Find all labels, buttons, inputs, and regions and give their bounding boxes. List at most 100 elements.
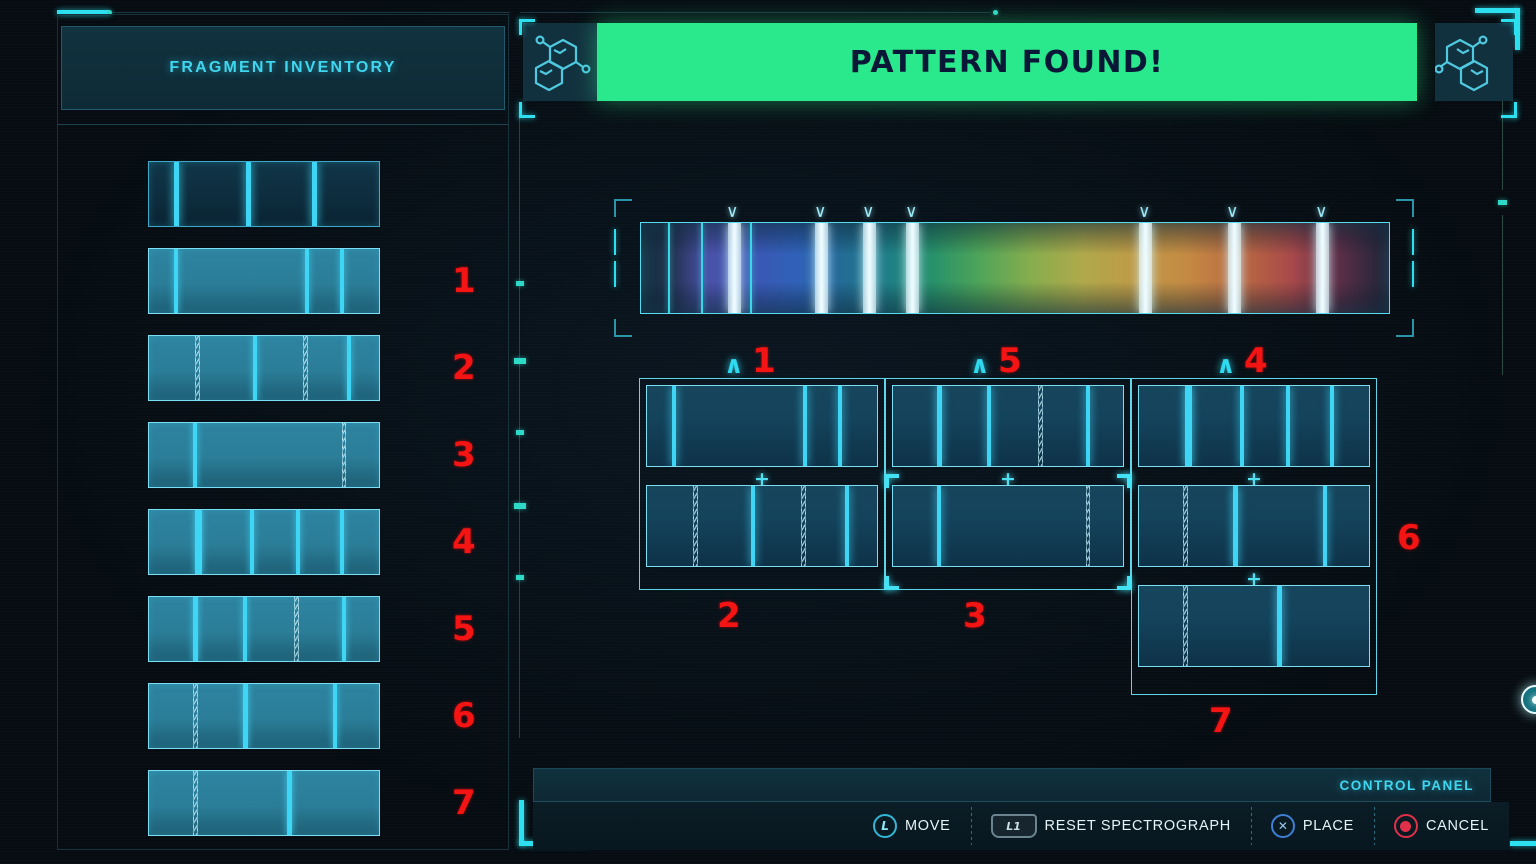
spectral-band-solid xyxy=(936,386,942,466)
group-left[interactable]: + xyxy=(639,378,885,590)
fragment-number-label: 4 xyxy=(452,521,476,562)
pointer-cursor[interactable] xyxy=(1521,685,1536,714)
placed-fragment[interactable] xyxy=(1138,585,1370,667)
left-stick-icon: L xyxy=(873,814,898,838)
control-action-label: RESET SPECTROGRAPH xyxy=(1044,818,1231,834)
spectral-band-solid xyxy=(1286,386,1291,466)
spectrum-marker-chevron-icon: ∧ xyxy=(813,202,826,222)
spectral-band-solid xyxy=(837,386,842,466)
fragment-tile[interactable] xyxy=(148,508,380,575)
placed-fragment[interactable] xyxy=(892,385,1124,467)
spectral-band-solid xyxy=(195,509,202,574)
spectral-band-solid xyxy=(750,486,755,566)
spectrum-marker-chevron-icon: ∧ xyxy=(1226,202,1239,222)
fragment-list: 1 2 3 4 5 6 7 xyxy=(57,150,509,846)
spectral-band-solid xyxy=(243,683,249,748)
fragment-number-label: 2 xyxy=(452,347,476,388)
group-inner: + xyxy=(646,385,878,583)
group-right[interactable]: + + xyxy=(1131,378,1377,695)
spectral-band-solid xyxy=(803,386,808,466)
spectral-band-solid xyxy=(296,509,301,574)
control-action-cancel[interactable]: CANCEL xyxy=(1373,807,1509,845)
fragment-list-item[interactable]: 1 xyxy=(57,237,509,324)
control-action-reset-spectrograph[interactable]: L1 RESET SPECTROGRAPH xyxy=(970,807,1251,845)
spectrum-marker-chevron-icon: ∧ xyxy=(1314,202,1327,222)
fragment-tile[interactable] xyxy=(148,682,380,749)
fragment-number-label: 3 xyxy=(452,434,476,475)
placed-fragment[interactable] xyxy=(1138,385,1370,467)
inventory-divider xyxy=(57,124,509,125)
spectrum-segment-divider xyxy=(749,223,752,313)
control-action-label: CANCEL xyxy=(1425,818,1489,834)
spectral-band-solid xyxy=(672,386,677,466)
assembly-board[interactable]: + ∧ 1 2 + ∧ 5 3 + + ∧ 4 7 6 xyxy=(639,341,1421,741)
placed-fragment[interactable] xyxy=(646,485,878,567)
spectrograph-readout[interactable]: ∧ ∧ ∧ ∧ ∧ ∧ ∧ xyxy=(614,199,1414,337)
spectrum-absorption-band xyxy=(1139,223,1153,313)
screen-root: FRAGMENT INVENTORY 1234567 PATTERN FOUND… xyxy=(0,0,1536,864)
spectral-band-hatch xyxy=(1037,386,1043,466)
spectrum-absorption-band xyxy=(727,223,741,313)
spectral-band-hatch xyxy=(1182,486,1188,566)
molecule-icon xyxy=(523,23,601,101)
spectral-band-solid xyxy=(987,386,992,466)
fragment-number-label: 1 xyxy=(452,260,476,301)
spectral-band-solid xyxy=(339,509,344,574)
l1-shoulder-icon: L1 xyxy=(990,814,1037,838)
spectral-band-solid xyxy=(1277,586,1282,666)
status-banner: PATTERN FOUND! xyxy=(597,23,1417,101)
spectral-band-solid xyxy=(1185,386,1192,466)
spectrum-marker-chevron-icon: ∧ xyxy=(1137,202,1151,222)
spectrograph-panel: PATTERN FOUND! ∧ ∧ ∧ ∧ ∧ ∧ ∧ + ∧ 1 2 + ∧… xyxy=(519,14,1536,850)
group-side-number-label: 6 xyxy=(1397,518,1421,558)
fragment-tile[interactable] xyxy=(148,421,380,488)
frame-line-top xyxy=(110,12,510,13)
group-chevron-icon: ∧ xyxy=(1216,351,1236,379)
spectral-band-solid xyxy=(192,422,197,487)
spectral-band-solid xyxy=(245,161,251,226)
fragment-list-item[interactable]: 6 xyxy=(57,672,509,759)
control-action-place[interactable]: ✕ PLACE xyxy=(1250,807,1374,845)
fragment-list-item[interactable] xyxy=(57,150,509,237)
fragment-number-label: 7 xyxy=(452,782,476,823)
control-panel-title: CONTROL PANEL xyxy=(1339,777,1474,793)
spectral-band-hatch xyxy=(801,486,807,566)
spectral-band-solid xyxy=(1086,386,1091,466)
fragment-list-item[interactable]: 3 xyxy=(57,411,509,498)
fragment-tile[interactable] xyxy=(148,769,380,836)
spectral-band-solid xyxy=(312,161,318,226)
spectrum-absorption-band xyxy=(863,223,876,313)
group-bottom-number-label: 7 xyxy=(1209,701,1233,741)
placed-fragment[interactable] xyxy=(646,385,878,467)
spectral-band-solid xyxy=(252,335,257,400)
circle-button-icon xyxy=(1393,814,1418,838)
spectral-band-solid xyxy=(333,683,337,748)
control-action-label: PLACE xyxy=(1302,818,1354,834)
spectral-band-solid xyxy=(305,248,310,313)
molecule-icon xyxy=(1434,23,1513,101)
spectral-band-solid xyxy=(174,248,179,313)
spectral-band-hatch xyxy=(342,422,347,487)
spectral-band-solid xyxy=(844,486,849,566)
fragment-list-item[interactable]: 5 xyxy=(57,585,509,672)
fragment-list-item[interactable]: 2 xyxy=(57,324,509,411)
spectrum-marker-chevron-icon: ∧ xyxy=(726,202,739,222)
spectral-band-solid xyxy=(287,770,292,835)
spectrum-marker-chevron-icon: ∧ xyxy=(861,202,874,222)
fragment-tile[interactable] xyxy=(148,334,380,401)
status-banner-text: PATTERN FOUND! xyxy=(849,44,1165,80)
fragment-tile[interactable] xyxy=(148,595,380,662)
selection-bracket xyxy=(885,474,1131,590)
placed-fragment[interactable] xyxy=(1138,485,1370,567)
fragment-tile[interactable] xyxy=(148,160,380,227)
spectral-band-solid xyxy=(1233,486,1239,566)
spectral-band-solid xyxy=(174,161,180,226)
fragment-list-item[interactable]: 7 xyxy=(57,759,509,846)
fragment-tile[interactable] xyxy=(148,247,380,314)
control-action-move[interactable]: L MOVE xyxy=(853,811,971,841)
fragment-list-item[interactable]: 4 xyxy=(57,498,509,585)
group-top-number-label: 4 xyxy=(1244,341,1268,381)
control-panel-title-bar: CONTROL PANEL xyxy=(533,768,1491,802)
group-chevron-icon: ∧ xyxy=(970,351,990,379)
spectrum-absorption-band xyxy=(1316,223,1329,313)
